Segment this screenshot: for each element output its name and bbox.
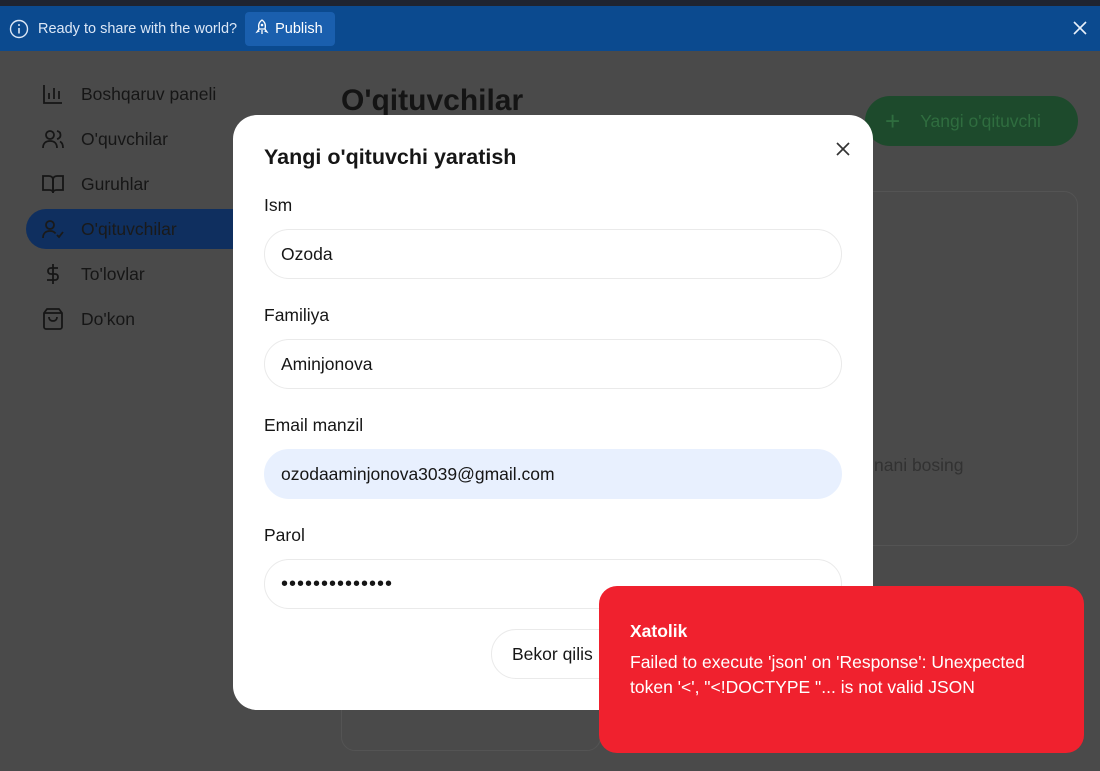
empty-state-hint: nani bosing — [874, 455, 964, 475]
last-name-label: Familiya — [264, 305, 330, 325]
sidebar-item-label: To'lovlar — [81, 263, 145, 284]
banner-close-icon[interactable] — [1070, 18, 1090, 38]
modal-title: Yangi o'qituvchi yaratish — [264, 145, 517, 169]
users-icon — [40, 126, 66, 152]
password-label: Parol — [264, 525, 305, 545]
new-teacher-label: Yangi o'qituvchi — [920, 110, 1041, 131]
sidebar-item-label: Do'kon — [81, 308, 135, 329]
info-icon — [9, 19, 29, 39]
banner-text: Ready to share with the world? — [38, 20, 238, 37]
toast-message: Failed to execute 'json' on 'Response': … — [630, 652, 1025, 697]
publish-label: Publish — [275, 20, 323, 37]
user-check-icon — [40, 216, 66, 242]
plus-icon: + — [885, 106, 901, 136]
shopping-bag-icon — [40, 306, 66, 332]
sidebar-item-label: Boshqaruv paneli — [81, 83, 217, 104]
book-open-icon — [40, 171, 66, 197]
page-title: O'qituvchilar — [341, 84, 524, 117]
sidebar-item-dashboard[interactable]: Boshqaruv paneli — [26, 74, 286, 114]
rocket-icon — [255, 18, 269, 39]
email-field[interactable] — [264, 449, 842, 499]
toast-title: Xatolik — [630, 621, 688, 641]
publish-button[interactable]: Publish — [245, 11, 335, 46]
first-name-field[interactable] — [264, 229, 842, 279]
last-name-field[interactable] — [264, 339, 842, 389]
first-name-label: Ism — [264, 195, 293, 215]
bar-chart-icon — [40, 81, 66, 107]
modal-close-icon[interactable] — [831, 137, 855, 161]
sidebar-item-label: O'qituvchilar — [81, 218, 177, 239]
sidebar-item-label: Guruhlar — [81, 173, 150, 194]
dollar-icon — [40, 261, 66, 287]
error-toast[interactable]: Xatolik Failed to execute 'json' on 'Res… — [599, 586, 1084, 753]
publish-banner: Ready to share with the world? Publish — [0, 6, 1100, 51]
new-teacher-button[interactable]: + Yangi o'qituvchi — [865, 96, 1078, 146]
email-label: Email manzil — [264, 415, 364, 435]
sidebar-item-label: O'quvchilar — [81, 128, 168, 149]
